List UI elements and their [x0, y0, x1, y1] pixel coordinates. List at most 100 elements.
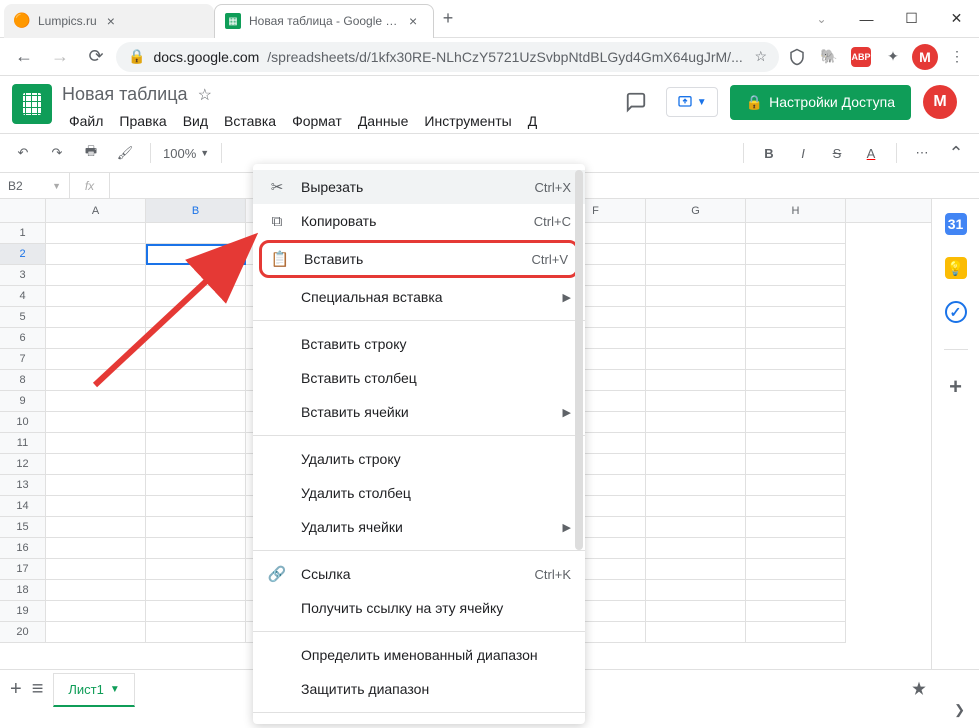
cell[interactable]	[146, 286, 246, 307]
cell[interactable]	[46, 517, 146, 538]
cell[interactable]	[746, 496, 846, 517]
present-button[interactable]: ▼	[666, 87, 718, 117]
address-bar[interactable]: 🔒 docs.google.com/spreadsheets/d/1kfx30R…	[116, 42, 779, 72]
row-header-9[interactable]: 9	[0, 391, 46, 412]
menu-Вид[interactable]: Вид	[176, 109, 215, 133]
cell[interactable]	[46, 370, 146, 391]
cell[interactable]	[646, 559, 746, 580]
explore-button[interactable]	[909, 680, 969, 700]
row-header-12[interactable]: 12	[0, 454, 46, 475]
undo-button[interactable]: ↶	[10, 140, 36, 166]
menu-item-Вставить ячейки[interactable]: Вставить ячейки▶	[253, 395, 585, 429]
cell[interactable]	[646, 601, 746, 622]
paint-format-button[interactable]: 🖌	[112, 140, 138, 166]
cell[interactable]	[746, 265, 846, 286]
menu-item-Ссылка[interactable]: 🔗СсылкаCtrl+K	[253, 557, 585, 591]
cell[interactable]	[746, 391, 846, 412]
menu-item-Определить именованный диапазон[interactable]: Определить именованный диапазон	[253, 638, 585, 672]
cell[interactable]	[46, 454, 146, 475]
cell[interactable]	[146, 517, 246, 538]
row-header-13[interactable]: 13	[0, 475, 46, 496]
maximize-button[interactable]: ☐	[889, 0, 934, 38]
keep-icon[interactable]: 💡	[945, 257, 967, 279]
cell[interactable]	[646, 328, 746, 349]
text-color-button[interactable]: A	[858, 140, 884, 166]
menu-item-Вставить столбец[interactable]: Вставить столбец	[253, 361, 585, 395]
menu-item-Получить ссылку на эту ячейку[interactable]: Получить ссылку на эту ячейку	[253, 591, 585, 625]
cell[interactable]	[746, 286, 846, 307]
print-button[interactable]: 🖶	[78, 140, 104, 166]
cell[interactable]	[646, 370, 746, 391]
abp-icon[interactable]: ABP	[847, 43, 875, 71]
cell[interactable]	[146, 496, 246, 517]
italic-button[interactable]: I	[790, 140, 816, 166]
cell[interactable]	[46, 412, 146, 433]
sheets-logo-icon[interactable]	[12, 84, 52, 124]
cell[interactable]	[46, 538, 146, 559]
strikethrough-button[interactable]: S	[824, 140, 850, 166]
cell[interactable]	[646, 307, 746, 328]
name-box[interactable]: B2▼	[0, 173, 70, 198]
minimize-button[interactable]: —	[844, 0, 889, 38]
cell[interactable]	[746, 517, 846, 538]
star-icon[interactable]: ☆	[198, 85, 212, 105]
bookmark-star-icon[interactable]: ☆	[754, 48, 767, 65]
tasks-icon[interactable]: ✓	[945, 301, 967, 323]
browser-menu-icon[interactable]: ⋮	[943, 43, 971, 71]
menu-Д[interactable]: Д	[521, 109, 544, 133]
cell[interactable]	[46, 223, 146, 244]
col-header-A[interactable]: A	[46, 199, 146, 222]
cell[interactable]	[646, 580, 746, 601]
cell[interactable]	[746, 580, 846, 601]
cell[interactable]	[46, 559, 146, 580]
menu-Вставка[interactable]: Вставка	[217, 109, 283, 133]
cell[interactable]	[146, 412, 246, 433]
row-header-1[interactable]: 1	[0, 223, 46, 244]
row-header-18[interactable]: 18	[0, 580, 46, 601]
cell[interactable]	[146, 370, 246, 391]
cell[interactable]	[746, 601, 846, 622]
cell[interactable]	[646, 244, 746, 265]
cell[interactable]	[46, 433, 146, 454]
all-sheets-button[interactable]: ≡	[32, 678, 44, 701]
cell[interactable]	[646, 391, 746, 412]
chevron-down-icon[interactable]: ⌄	[799, 0, 844, 38]
evernote-icon[interactable]: 🐘	[815, 43, 843, 71]
col-header-G[interactable]: G	[646, 199, 746, 222]
cell[interactable]	[746, 538, 846, 559]
cell[interactable]	[146, 223, 246, 244]
row-header-19[interactable]: 19	[0, 601, 46, 622]
side-panel-toggle[interactable]: ❯	[954, 702, 965, 718]
browser-tab-lumpics[interactable]: 🟠 Lumpics.ru ×	[4, 4, 214, 38]
cell[interactable]	[46, 307, 146, 328]
row-header-7[interactable]: 7	[0, 349, 46, 370]
menu-Правка[interactable]: Правка	[112, 109, 173, 133]
menu-item-Специальная вставка[interactable]: Специальная вставка▶	[253, 280, 585, 314]
row-header-11[interactable]: 11	[0, 433, 46, 454]
profile-avatar[interactable]: М	[911, 43, 939, 71]
cell[interactable]	[746, 559, 846, 580]
menu-Данные[interactable]: Данные	[351, 109, 416, 133]
reload-button[interactable]: ⟳	[80, 41, 112, 73]
cell[interactable]	[746, 433, 846, 454]
calendar-icon[interactable]: 31	[945, 213, 967, 235]
row-header-6[interactable]: 6	[0, 328, 46, 349]
cell[interactable]	[646, 433, 746, 454]
close-window-button[interactable]: ✕	[934, 0, 979, 38]
menu-item-Защитить диапазон[interactable]: Защитить диапазон	[253, 672, 585, 706]
cell[interactable]	[146, 349, 246, 370]
comments-icon[interactable]	[618, 84, 654, 120]
row-header-3[interactable]: 3	[0, 265, 46, 286]
cell[interactable]	[646, 412, 746, 433]
menu-item-Вставить[interactable]: 📋ВставитьCtrl+V	[259, 240, 579, 278]
cell[interactable]	[646, 622, 746, 643]
row-header-4[interactable]: 4	[0, 286, 46, 307]
menu-Инструменты[interactable]: Инструменты	[417, 109, 518, 133]
cell[interactable]	[146, 265, 246, 286]
browser-tab-sheets[interactable]: ▦ Новая таблица - Google Табли... ×	[214, 4, 434, 38]
row-header-10[interactable]: 10	[0, 412, 46, 433]
cell[interactable]	[46, 391, 146, 412]
account-avatar[interactable]: М	[923, 85, 957, 119]
menu-Формат[interactable]: Формат	[285, 109, 349, 133]
sheet-tab-1[interactable]: Лист1 ▼	[53, 673, 134, 707]
